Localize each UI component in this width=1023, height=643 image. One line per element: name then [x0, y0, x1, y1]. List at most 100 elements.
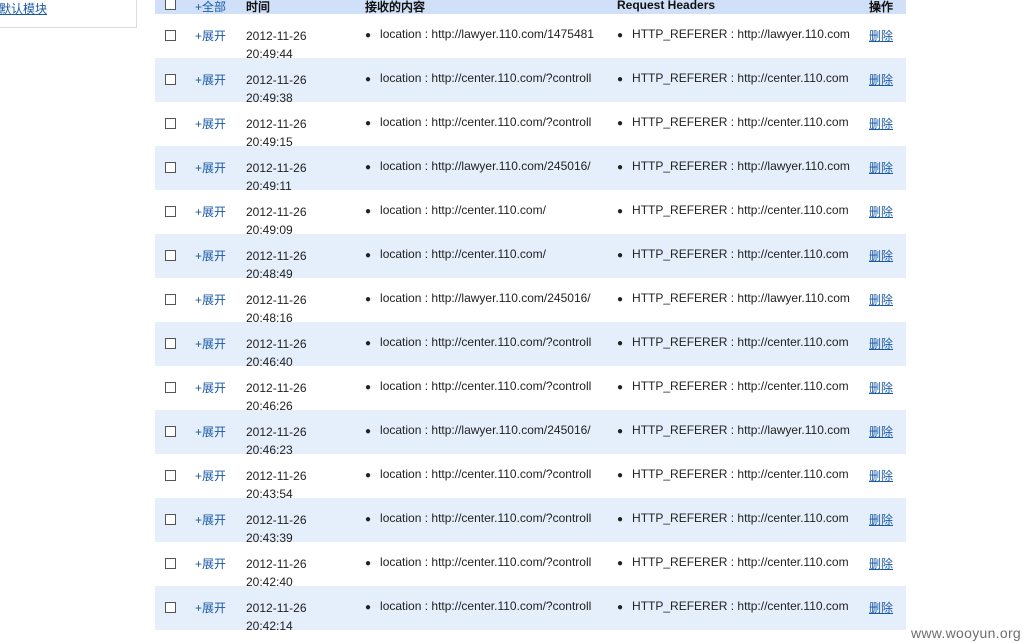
delete-row-link[interactable]: 删除 — [869, 247, 893, 264]
records-table: +全部 时间 接收的内容 Request Headers 操作 +展开 2012-… — [155, 0, 906, 633]
row-checkbox[interactable] — [165, 514, 176, 525]
delete-row-link[interactable]: 删除 — [869, 511, 893, 528]
time-column-header: 时间 — [246, 0, 271, 14]
row-headers-text: HTTP_REFERER : http://center.110.com — [632, 71, 849, 85]
row-content-text: location : http://center.110.com/?contro… — [380, 599, 592, 613]
row-request-headers: ● HTTP_REFERER : http://lawyer.110.com — [617, 27, 857, 41]
expand-row-link[interactable]: +展开 — [195, 159, 226, 176]
row-time: 20:42:14 — [246, 619, 293, 633]
row-checkbox[interactable] — [165, 74, 176, 85]
row-headers-text: HTTP_REFERER : http://center.110.com — [632, 511, 849, 525]
delete-row-link[interactable]: 删除 — [869, 71, 893, 88]
bullet-icon: ● — [617, 294, 624, 305]
delete-row-link[interactable]: 删除 — [869, 423, 893, 440]
row-content: ● location : http://center.110.com/?contr… — [365, 511, 600, 525]
row-headers-text: HTTP_REFERER : http://center.110.com — [632, 203, 849, 217]
default-module-link[interactable]: 默认模块 — [0, 0, 47, 17]
expand-row-link[interactable]: +展开 — [195, 467, 226, 484]
row-checkbox[interactable] — [165, 338, 176, 349]
table-row: +展开 2012-11-26 20:49:09 ● location : http://… — [155, 190, 906, 237]
bullet-icon: ● — [365, 250, 372, 261]
row-date: 2012-11-26 — [246, 161, 307, 175]
expand-row-link[interactable]: +展开 — [195, 599, 226, 616]
select-all-checkbox[interactable] — [165, 0, 176, 10]
row-date: 2012-11-26 — [246, 337, 307, 351]
expand-row-link[interactable]: +展开 — [195, 291, 226, 308]
expand-row-link[interactable]: +展开 — [195, 335, 226, 352]
row-content: ● location : http://center.110.com/?contr… — [365, 599, 600, 613]
row-headers-text: HTTP_REFERER : http://center.110.com — [632, 115, 849, 129]
request-headers-column-header: Request Headers — [617, 0, 716, 12]
table-row: +展开 2012-11-26 20:46:26 ● location : http://… — [155, 366, 906, 413]
expand-row-link[interactable]: +展开 — [195, 71, 226, 88]
expand-row-link[interactable]: +展开 — [195, 27, 226, 44]
row-headers-text: HTTP_REFERER : http://center.110.com — [632, 379, 849, 393]
row-content-text: location : http://center.110.com/?contro… — [380, 511, 592, 525]
row-checkbox[interactable] — [165, 602, 176, 613]
delete-row-link[interactable]: 删除 — [869, 467, 893, 484]
row-headers-text: HTTP_REFERER : http://center.110.com — [632, 555, 849, 569]
row-checkbox[interactable] — [165, 382, 176, 393]
table-row: +展开 2012-11-26 20:49:44 ● location : http://… — [155, 14, 906, 61]
table-row: +展开 2012-11-26 20:49:15 ● location : http://… — [155, 102, 906, 149]
row-headers-text: HTTP_REFERER : http://center.110.com — [632, 335, 849, 349]
row-checkbox[interactable] — [165, 294, 176, 305]
row-checkbox[interactable] — [165, 470, 176, 481]
delete-row-link[interactable]: 删除 — [869, 291, 893, 308]
row-checkbox[interactable] — [165, 118, 176, 129]
delete-row-link[interactable]: 删除 — [869, 599, 893, 616]
bullet-icon: ● — [617, 206, 624, 217]
bullet-icon: ● — [365, 30, 372, 41]
expand-row-link[interactable]: +展开 — [195, 423, 226, 440]
row-content-text: location : http://center.110.com/?contro… — [380, 467, 592, 481]
table-body: +展开 2012-11-26 20:49:44 ● location : http://… — [155, 14, 906, 633]
actions-column-header: 操作 — [869, 0, 894, 14]
row-request-headers: ● HTTP_REFERER : http://center.110.com — [617, 71, 857, 85]
expand-row-link[interactable]: +展开 — [195, 203, 226, 220]
row-date: 2012-11-26 — [246, 249, 307, 263]
row-content-text: location : http://center.110.com/ — [380, 203, 546, 217]
row-checkbox[interactable] — [165, 206, 176, 217]
delete-row-link[interactable]: 删除 — [869, 555, 893, 572]
row-date: 2012-11-26 — [246, 117, 307, 131]
delete-row-link[interactable]: 删除 — [869, 159, 893, 176]
row-date: 2012-11-26 — [246, 513, 307, 527]
row-content: ● location : http://center.110.com/?contr… — [365, 379, 600, 393]
expand-all-link[interactable]: +全部 — [195, 0, 226, 15]
row-content-text: location : http://lawyer.110.com/245016/ — [380, 291, 591, 305]
row-request-headers: ● HTTP_REFERER : http://center.110.com — [617, 247, 857, 261]
expand-row-link[interactable]: +展开 — [195, 555, 226, 572]
row-request-headers: ● HTTP_REFERER : http://center.110.com — [617, 335, 857, 349]
bullet-icon: ● — [617, 162, 624, 173]
row-headers-text: HTTP_REFERER : http://lawyer.110.com — [632, 291, 850, 305]
row-checkbox[interactable] — [165, 162, 176, 173]
row-content-text: location : http://lawyer.110.com/245016/ — [380, 159, 591, 173]
row-request-headers: ● HTTP_REFERER : http://center.110.com — [617, 599, 857, 613]
row-content-text: location : http://center.110.com/?contro… — [380, 379, 592, 393]
delete-row-link[interactable]: 删除 — [869, 27, 893, 44]
expand-row-link[interactable]: +展开 — [195, 379, 226, 396]
bullet-icon: ● — [365, 118, 372, 129]
row-request-headers: ● HTTP_REFERER : http://center.110.com — [617, 379, 857, 393]
expand-row-link[interactable]: +展开 — [195, 511, 226, 528]
row-checkbox[interactable] — [165, 30, 176, 41]
bullet-icon: ● — [365, 162, 372, 173]
row-date: 2012-11-26 — [246, 601, 307, 615]
expand-row-link[interactable]: +展开 — [195, 247, 226, 264]
row-checkbox[interactable] — [165, 558, 176, 569]
row-checkbox[interactable] — [165, 250, 176, 261]
bullet-icon: ● — [365, 514, 372, 525]
delete-row-link[interactable]: 删除 — [869, 335, 893, 352]
delete-row-link[interactable]: 删除 — [869, 379, 893, 396]
delete-row-link[interactable]: 删除 — [869, 203, 893, 220]
bullet-icon: ● — [365, 338, 372, 349]
delete-row-link[interactable]: 删除 — [869, 115, 893, 132]
row-checkbox[interactable] — [165, 426, 176, 437]
table-row: +展开 2012-11-26 20:46:23 ● location : http://… — [155, 410, 906, 457]
table-row: +展开 2012-11-26 20:46:40 ● location : http://… — [155, 322, 906, 369]
row-content-text: location : http://center.110.com/ — [380, 247, 546, 261]
table-row: +展开 2012-11-26 20:48:16 ● location : http://… — [155, 278, 906, 325]
expand-row-link[interactable]: +展开 — [195, 115, 226, 132]
row-request-headers: ● HTTP_REFERER : http://center.110.com — [617, 511, 857, 525]
row-content: ● location : http://center.110.com/ — [365, 247, 600, 261]
